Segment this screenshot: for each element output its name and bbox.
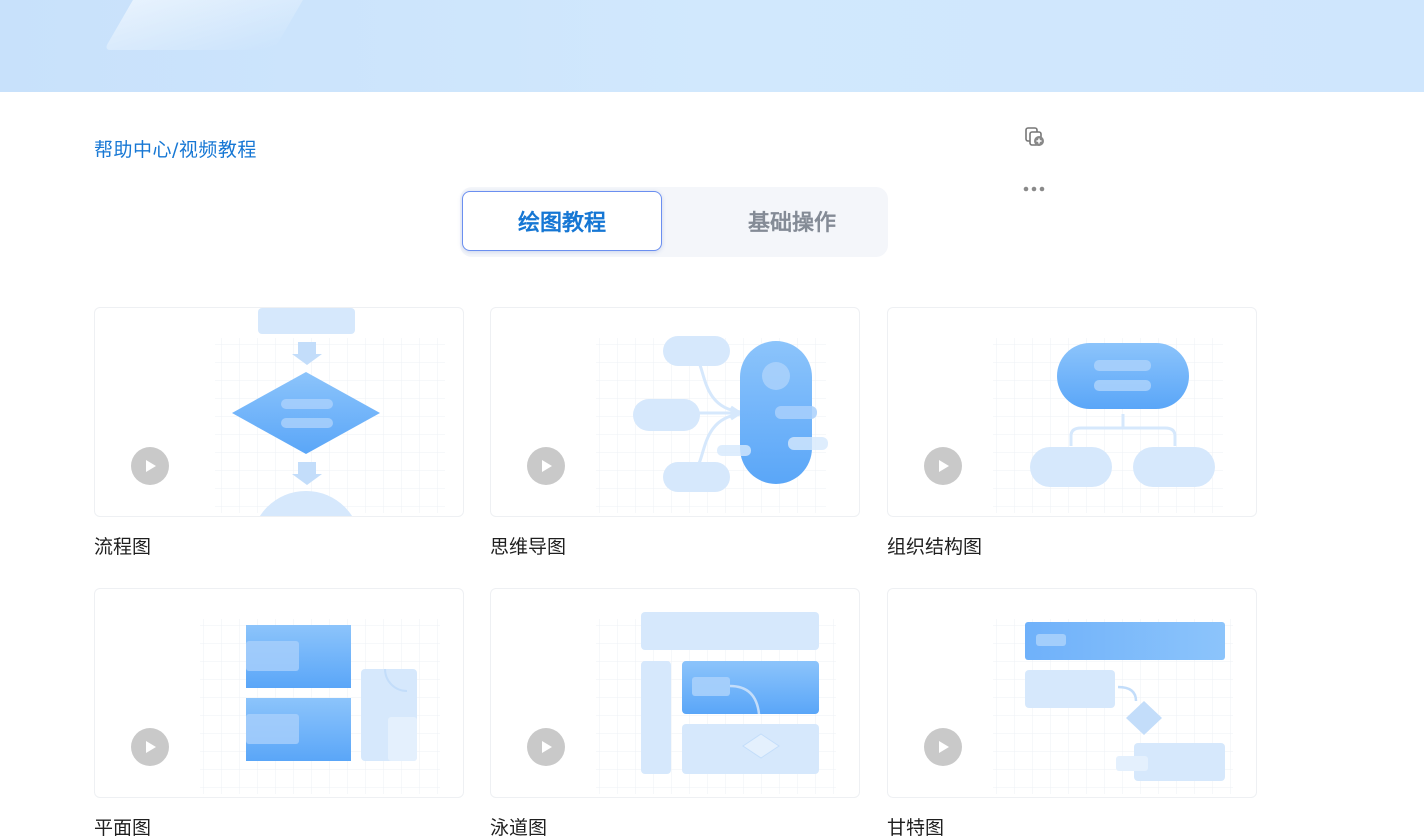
- video-thumbnail[interactable]: [887, 307, 1257, 517]
- video-thumbnail[interactable]: [490, 307, 860, 517]
- video-thumbnail[interactable]: [490, 588, 860, 798]
- banner-decoration: [104, 0, 326, 50]
- more-horizontal-icon[interactable]: [1022, 180, 1048, 192]
- card-label: 平面图: [94, 817, 152, 839]
- video-thumbnail[interactable]: [887, 588, 1257, 798]
- tab-basic-operations[interactable]: 基础操作: [692, 191, 892, 251]
- mindmap-illustration: [596, 336, 828, 513]
- play-icon[interactable]: [924, 447, 962, 485]
- orgchart-illustration: [993, 338, 1223, 513]
- tab-drawing-tutorial[interactable]: 绘图教程: [462, 191, 662, 251]
- video-card-flowchart[interactable]: 流程图: [94, 307, 464, 558]
- top-banner: [0, 0, 1424, 92]
- card-label: 流程图: [94, 536, 152, 558]
- video-card-mindmap[interactable]: 思维导图: [490, 307, 860, 558]
- card-label: 思维导图: [490, 536, 567, 558]
- video-card-gantt[interactable]: 甘特图: [887, 588, 1257, 839]
- play-icon[interactable]: [527, 728, 565, 766]
- card-label: 泳道图: [490, 817, 548, 839]
- play-icon[interactable]: [527, 447, 565, 485]
- breadcrumb[interactable]: 帮助中心/视频教程: [94, 135, 257, 162]
- video-thumbnail[interactable]: [94, 307, 464, 517]
- floorplan-illustration: [200, 619, 440, 794]
- flowchart-illustration: [215, 308, 445, 516]
- video-card-floorplan[interactable]: 平面图: [94, 588, 464, 839]
- play-icon[interactable]: [924, 728, 962, 766]
- card-label: 甘特图: [887, 817, 945, 839]
- video-card-swimlane[interactable]: 泳道图: [490, 588, 860, 839]
- play-icon[interactable]: [131, 728, 169, 766]
- copy-add-icon[interactable]: [1023, 124, 1047, 148]
- play-icon[interactable]: [131, 447, 169, 485]
- video-thumbnail[interactable]: [94, 588, 464, 798]
- swimlane-illustration: [596, 612, 836, 794]
- tab-bar: 绘图教程 基础操作: [460, 187, 888, 257]
- video-card-orgchart[interactable]: 组织结构图: [887, 307, 1257, 558]
- card-label: 组织结构图: [887, 536, 983, 558]
- gantt-illustration: [993, 619, 1233, 794]
